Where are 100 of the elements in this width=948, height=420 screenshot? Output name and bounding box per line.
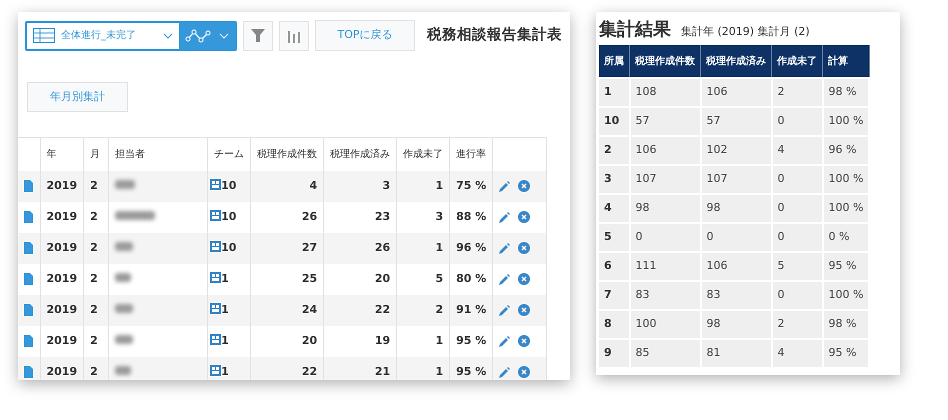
results-subtitle: 集計年 (2019) 集計月 (2) [681, 24, 810, 40]
table-cell: 5 [599, 223, 630, 252]
table-cell: 0 [630, 223, 700, 252]
table-cell: 4 [250, 170, 324, 202]
document-icon[interactable] [24, 242, 33, 254]
table-cell: 2 [84, 232, 109, 264]
table-cell: 0 % [822, 223, 870, 252]
table-cell: 2 [772, 78, 822, 107]
redacted-text [115, 334, 134, 344]
table-cell: 27 [250, 232, 324, 264]
table-cell: 83 [630, 281, 700, 310]
table-cell: 2 [84, 356, 109, 380]
table-cell: 111 [630, 252, 700, 281]
table-cell: 2019 [40, 294, 84, 326]
redacted-text [115, 180, 136, 189]
table-cell: 0 [700, 223, 772, 252]
delete-icon[interactable] [518, 242, 530, 254]
edit-icon[interactable] [499, 336, 510, 346]
team-icon [210, 210, 222, 221]
table-cell: 57 [630, 107, 700, 136]
table-icon [33, 28, 55, 43]
table-cell: 98 [630, 194, 700, 223]
edit-icon[interactable] [499, 304, 510, 316]
document-icon[interactable] [24, 304, 33, 316]
document-icon[interactable] [24, 366, 33, 378]
delete-icon[interactable] [518, 180, 530, 192]
table-cell: 98 [700, 310, 772, 339]
table-cell: 22 [250, 356, 324, 380]
table-cell: 22 [324, 294, 397, 326]
table-cell: 75 % [450, 170, 493, 202]
edit-icon[interactable] [499, 180, 510, 192]
redacted-text [115, 366, 132, 375]
view-select[interactable]: 全体進行_未完了 [25, 20, 237, 50]
delete-icon[interactable] [518, 335, 530, 347]
table-cell: 107 [700, 165, 772, 194]
delete-icon[interactable] [518, 366, 530, 378]
table-cell: 26 [324, 232, 397, 264]
table-cell: 1 [221, 272, 229, 285]
top-button[interactable]: TOPに戻る [315, 20, 415, 51]
redacted-text [115, 272, 132, 282]
edit-icon[interactable] [499, 242, 510, 254]
table-cell: 106 [700, 78, 772, 107]
delete-icon[interactable] [518, 211, 530, 223]
table-cell: 0 [772, 281, 822, 310]
table-cell: 1 [221, 302, 229, 316]
table-cell: 3 [599, 165, 630, 194]
table-cell: 85 [630, 339, 700, 368]
table-cell: 96 % [822, 136, 870, 165]
document-icon[interactable] [24, 180, 33, 192]
table-cell: 7 [599, 281, 630, 310]
team-icon [210, 240, 222, 252]
filter-button[interactable] [243, 20, 273, 50]
table-cell: 96 % [450, 232, 493, 264]
edit-icon[interactable] [499, 274, 510, 284]
table-cell: 21 [324, 356, 397, 380]
page-title: 税務相談報告集計表 [427, 26, 562, 45]
table-cell: 9 [599, 339, 630, 368]
table-cell: 2 [84, 294, 109, 326]
table-cell: 106 [700, 252, 772, 281]
table-cell: 91 % [450, 294, 493, 326]
table-cell: 8 [599, 310, 630, 339]
chevron-icon [163, 32, 173, 38]
table-cell: 100 % [822, 194, 870, 223]
table-cell: 98 % [822, 78, 870, 107]
team-icon [210, 272, 222, 283]
filter-icon [250, 28, 266, 44]
delete-icon[interactable] [518, 304, 530, 316]
table-cell: 83 [700, 281, 772, 310]
table-cell: 0 [772, 223, 822, 252]
edit-icon[interactable] [499, 212, 510, 222]
document-icon[interactable] [24, 210, 33, 223]
table-cell: 10 [221, 178, 236, 192]
delete-icon[interactable] [518, 273, 530, 285]
table-cell: 10 [221, 240, 236, 254]
table-cell: 1 [396, 232, 450, 264]
table-cell: 100 % [822, 165, 870, 194]
column-header: 税理作成件数 [630, 45, 700, 78]
monthly-summary-button[interactable]: 年月別集計 [27, 82, 128, 112]
column-header: 計算 [822, 45, 870, 78]
document-icon[interactable] [24, 334, 33, 347]
table-cell: 2019 [40, 232, 84, 264]
table-cell: 98 % [822, 310, 870, 339]
table-cell: 1 [396, 356, 450, 380]
table-cell: 100 % [822, 281, 870, 310]
table-cell: 2 [396, 294, 450, 326]
table-cell: 106 [630, 136, 700, 165]
table-cell: 0 [772, 194, 822, 223]
chart-button[interactable] [279, 20, 309, 50]
team-icon [210, 364, 222, 376]
bar-chart-icon [288, 28, 300, 42]
table-cell: 0 [772, 165, 822, 194]
document-icon[interactable] [24, 272, 33, 285]
table-cell: 4 [599, 194, 630, 223]
column-header: 所属 [599, 45, 630, 78]
table-cell: 57 [700, 107, 772, 136]
line-chart-icon [185, 28, 211, 42]
table-cell: 95 % [822, 252, 870, 281]
edit-icon[interactable] [499, 366, 510, 378]
table-cell: 1 [221, 334, 229, 347]
team-icon [210, 334, 222, 345]
